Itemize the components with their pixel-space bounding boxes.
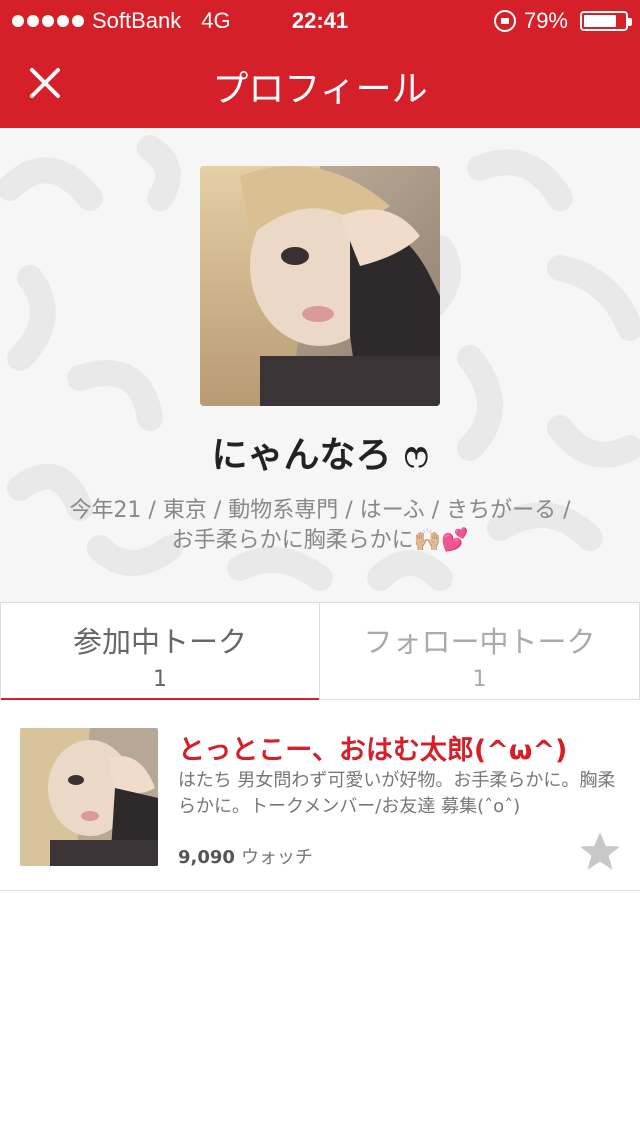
battery-fill bbox=[584, 15, 616, 27]
profile-bio: 今年21 / 東京 / 動物系専門 / はーふ / きちがーる / お手柔らかに… bbox=[40, 496, 600, 556]
watch-count: 9,090 ウォッチ bbox=[178, 843, 313, 869]
profile-photo bbox=[200, 166, 440, 406]
tab-count: 1 bbox=[472, 667, 487, 692]
talk-description: はたち 男女問わず可愛いが好物。お手柔らかに。胸柔らかに。トークメンバー/お友達… bbox=[178, 770, 616, 817]
profile-bio-line: お手柔らかに胸柔らかに🙌🏼💕 bbox=[171, 528, 469, 553]
tab-joined-talks[interactable]: 参加中トーク 1 bbox=[0, 603, 320, 701]
page-title: プロフィール bbox=[212, 69, 428, 110]
watch-number: 9,090 bbox=[178, 847, 235, 868]
rotation-lock-icon bbox=[493, 10, 516, 32]
tab-label: フォロー中トーク bbox=[363, 625, 596, 659]
profile-name: にゃんなろ ෆ bbox=[211, 435, 429, 476]
watch-label: ウォッチ bbox=[240, 847, 313, 868]
talk-list-item[interactable]: とっとこー、おはむ太郎(^ω^) はたち 男女問わず可愛いが好物。お手柔らかに。… bbox=[0, 700, 640, 891]
status-bar: SoftBank 4G 22:41 79% bbox=[0, 0, 640, 40]
profile-bio-line: 今年21 / 東京 / 動物系専門 / はーふ / きちがーる / bbox=[69, 498, 571, 523]
tab-following-talks[interactable]: フォロー中トーク 1 bbox=[320, 603, 640, 700]
tab-count: 1 bbox=[153, 667, 167, 692]
battery-percent: 79% bbox=[523, 8, 568, 33]
star-icon[interactable] bbox=[578, 830, 622, 874]
battery-icon bbox=[580, 11, 632, 31]
talk-thumbnail-photo bbox=[20, 728, 158, 866]
talk-tabs: 参加中トーク 1 フォロー中トーク 1 bbox=[0, 602, 640, 701]
talk-title: とっとこー、おはむ太郎(^ω^) bbox=[178, 735, 568, 766]
tab-label: 参加中トーク bbox=[72, 625, 247, 659]
nav-bar: プロフィール bbox=[0, 40, 640, 128]
profile-header: にゃんなろ ෆ 今年21 / 東京 / 動物系専門 / はーふ / きちがーる … bbox=[0, 128, 640, 602]
talk-thumbnail bbox=[20, 728, 158, 866]
profile-avatar[interactable] bbox=[200, 166, 440, 406]
